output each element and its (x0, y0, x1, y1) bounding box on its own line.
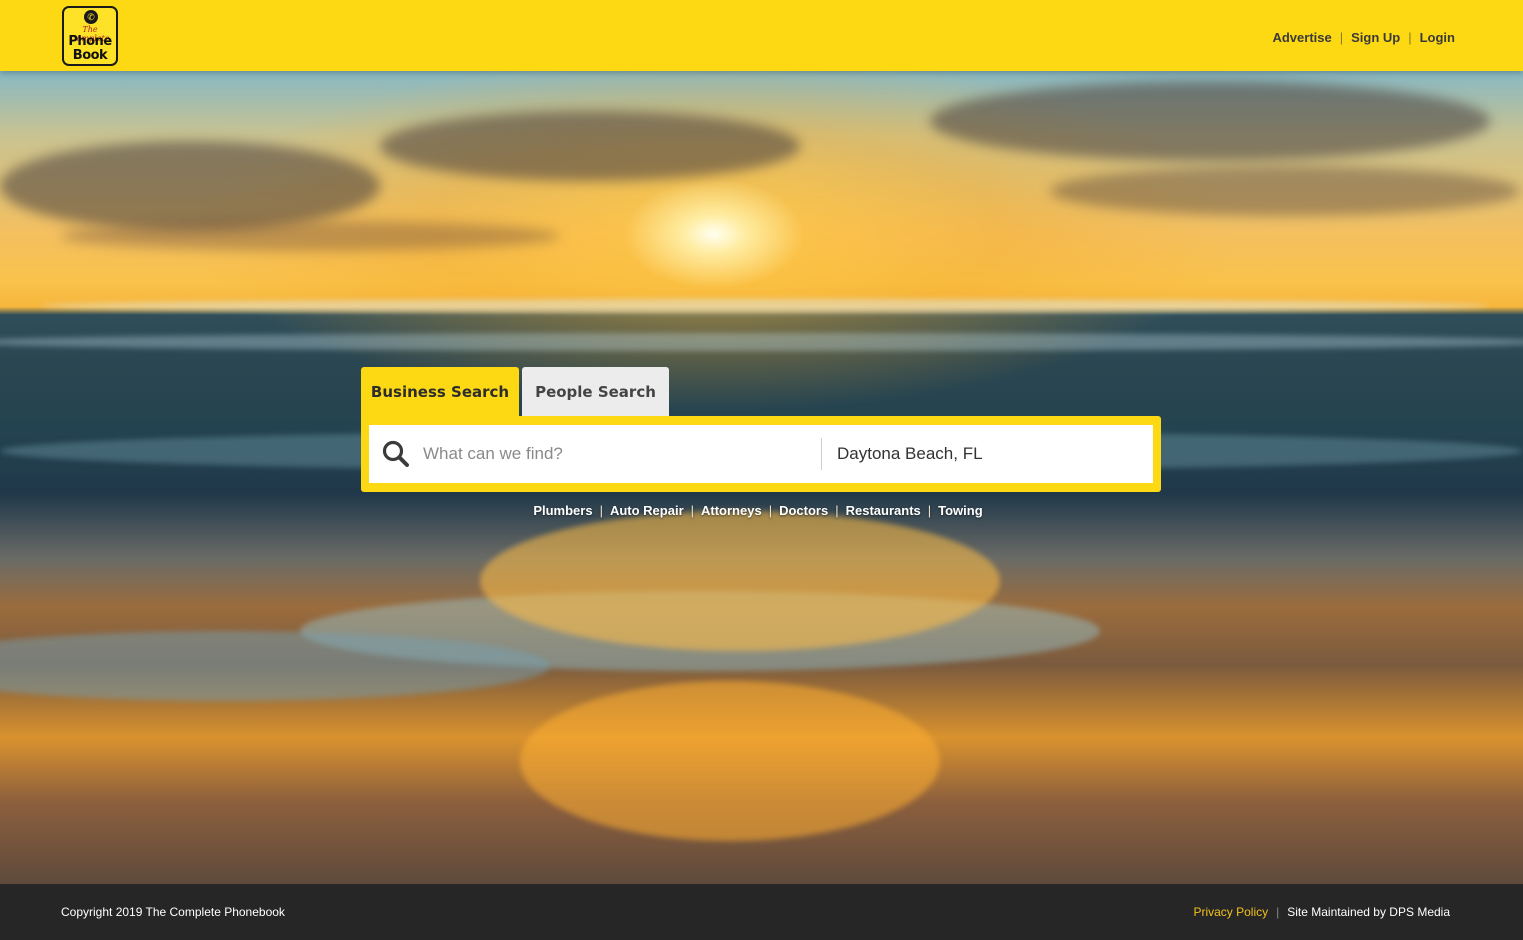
quick-link-separator: | (927, 503, 932, 518)
wave (40, 299, 1490, 313)
wave (0, 333, 1523, 351)
search-divider (821, 438, 822, 470)
site-header: ✆ The Complete Phone Book Advertise | Sign… (0, 0, 1523, 71)
nav-separator: | (1339, 30, 1344, 45)
search-box (361, 416, 1161, 492)
footer-separator: | (1276, 905, 1280, 919)
quick-link-plumbers[interactable]: Plumbers (533, 503, 592, 518)
login-link[interactable]: Login (1420, 30, 1455, 45)
quick-link-separator: | (690, 503, 695, 518)
advertise-link[interactable]: Advertise (1272, 30, 1331, 45)
privacy-policy-link[interactable]: Privacy Policy (1193, 905, 1268, 919)
cloud (1050, 166, 1520, 216)
cloud (930, 81, 1490, 161)
quick-link-separator: | (599, 503, 603, 518)
quick-category-links: Plumbers | Auto Repair | Attorneys | Doctors | R… (0, 503, 1516, 518)
quick-link-separator: | (835, 503, 839, 518)
search-bar (369, 425, 1153, 483)
phone-icon: ✆ (84, 10, 98, 24)
site-footer: Copyright 2019 The Complete Phonebook Pr… (0, 884, 1523, 940)
quick-link-restaurants[interactable]: Restaurants (846, 503, 921, 518)
quick-link-auto-repair[interactable]: Auto Repair (610, 503, 684, 518)
sun-reflection (480, 511, 1000, 651)
sign-up-link[interactable]: Sign Up (1351, 30, 1400, 45)
maintained-by-text: Site Maintained by DPS Media (1287, 905, 1450, 919)
phone-book-logo[interactable]: ✆ The Complete Phone Book (62, 6, 118, 66)
sun-reflection (520, 681, 940, 841)
hero-background: Business Search People Search Plumbers | A… (0, 71, 1523, 884)
tab-people-search[interactable]: People Search (522, 367, 669, 416)
cloud (60, 221, 560, 251)
what-search-input[interactable] (423, 425, 818, 483)
location-input[interactable] (837, 425, 1137, 483)
cloud (380, 111, 800, 181)
tab-business-search[interactable]: Business Search (361, 367, 519, 416)
quick-link-separator: | (768, 503, 773, 518)
copyright-text: Copyright 2019 The Complete Phonebook (61, 905, 285, 919)
logo-line-3: Book (72, 48, 108, 63)
top-nav: Advertise | Sign Up | Login (1272, 30, 1455, 45)
logo-line-2: Phone (68, 34, 112, 49)
search-icon[interactable] (381, 439, 411, 469)
cloud (0, 141, 380, 231)
nav-separator: | (1408, 30, 1412, 45)
footer-links: Privacy Policy | Site Maintained by DPS Me… (1193, 905, 1450, 919)
quick-link-attorneys[interactable]: Attorneys (701, 503, 762, 518)
quick-link-doctors[interactable]: Doctors (779, 503, 828, 518)
quick-link-towing[interactable]: Towing (938, 503, 983, 518)
